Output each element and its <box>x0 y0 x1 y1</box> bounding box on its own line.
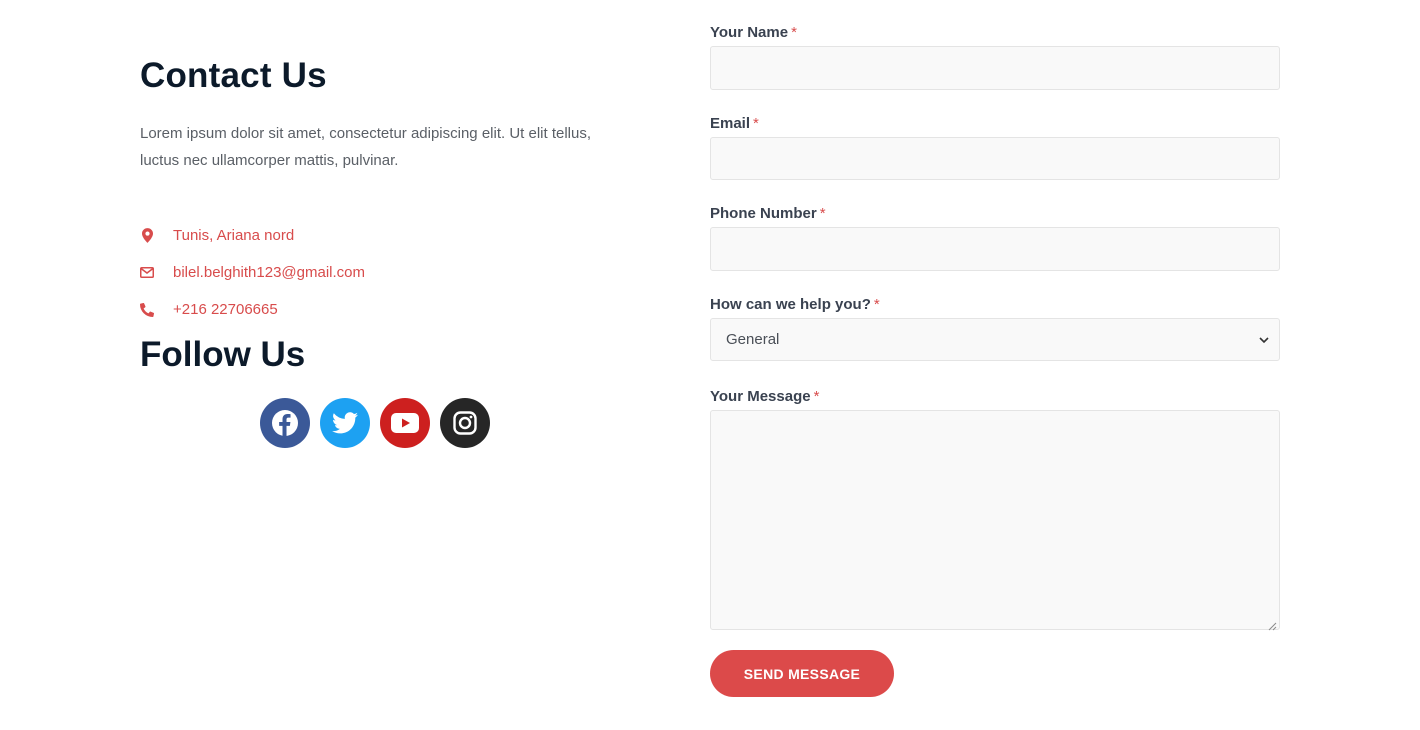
help-label: How can we help you? * <box>710 296 880 313</box>
twitter-link[interactable] <box>320 398 370 448</box>
phone-label: Phone Number * <box>710 205 826 222</box>
twitter-icon <box>332 412 358 434</box>
facebook-icon <box>272 410 298 436</box>
contact-phone-text[interactable]: +216 22706665 <box>173 301 278 318</box>
contact-details-list: Tunis, Ariana nord bilel.belghith123@gma… <box>140 217 365 328</box>
email-label: Email * <box>710 115 759 132</box>
instagram-icon <box>453 411 477 435</box>
chevron-down-icon <box>1259 331 1269 348</box>
phone-field-box <box>710 227 1280 271</box>
help-select-value: General <box>726 331 780 348</box>
contact-address-text: Tunis, Ariana nord <box>173 227 295 244</box>
contact-phone-item[interactable]: +216 22706665 <box>140 291 365 328</box>
social-links <box>260 398 490 448</box>
phone-icon <box>140 302 154 317</box>
email-field-box <box>710 137 1280 180</box>
name-input[interactable] <box>711 47 1279 89</box>
resize-grip-icon[interactable] <box>1268 618 1277 631</box>
instagram-link[interactable] <box>440 398 490 448</box>
help-select[interactable]: General <box>710 318 1280 361</box>
contact-email-item[interactable]: bilel.belghith123@gmail.com <box>140 254 365 291</box>
message-label: Your Message * <box>710 388 820 405</box>
contact-address-item: Tunis, Ariana nord <box>140 217 365 254</box>
contact-email-text[interactable]: bilel.belghith123@gmail.com <box>173 264 365 281</box>
envelope-icon <box>140 266 154 280</box>
name-field-box <box>710 46 1280 90</box>
map-marker-icon <box>140 228 154 243</box>
message-textarea[interactable] <box>711 411 1279 629</box>
contact-title: Contact Us <box>140 56 327 95</box>
email-input[interactable] <box>711 138 1279 179</box>
phone-input[interactable] <box>711 228 1279 270</box>
contact-description: Lorem ipsum dolor sit amet, consectetur … <box>140 125 592 169</box>
contact-page: Contact Us Lorem ipsum dolor sit amet, c… <box>0 0 1420 730</box>
name-label: Your Name * <box>710 24 797 41</box>
facebook-link[interactable] <box>260 398 310 448</box>
youtube-icon <box>391 413 419 433</box>
follow-title: Follow Us <box>140 335 306 374</box>
message-field-box <box>710 410 1280 631</box>
send-message-button[interactable]: SEND MESSAGE <box>710 650 894 697</box>
youtube-link[interactable] <box>380 398 430 448</box>
